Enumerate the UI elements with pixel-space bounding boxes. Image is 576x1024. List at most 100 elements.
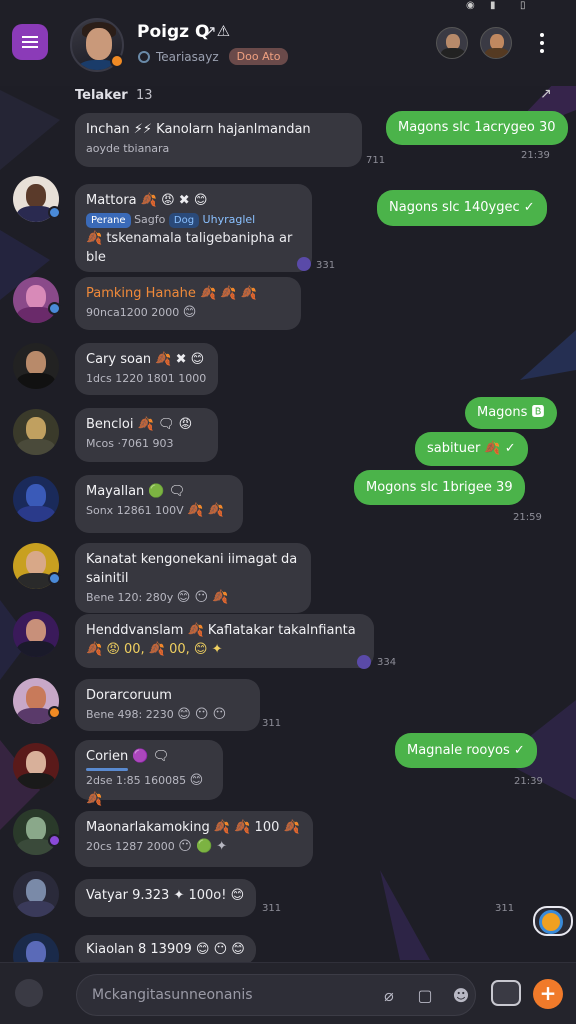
message-text: Inchan ⚡⚡ Kanolarn hajanlmandan (86, 122, 311, 137)
message-bubble[interactable]: Pamking Hanahe 🍂 🍂 🍂 90nca1200 2000 😊 (75, 277, 301, 330)
message-bubble[interactable]: Corien 🟣 🗨 2dse 1:85 160085 😊 🍂 (75, 740, 223, 807)
status-icon (138, 50, 150, 63)
message-meta: Sonx 12861 100V (86, 504, 184, 517)
avatar[interactable] (13, 611, 59, 657)
message-bubble[interactable]: Maonarlakamoking 🍂 🍂 100 🍂 20cs 1287 200… (75, 811, 313, 867)
reaction-emojis: 🍂 🍂 🍂 (199, 286, 257, 301)
message-bubble[interactable]: Mattora 🍂 😡 ✖ 😊 Perane Sagfo Dog Uhyragl… (75, 184, 312, 272)
meta-emoji: 😊 😶 😊 (195, 942, 245, 957)
scroll-to-bottom-button[interactable] (533, 906, 573, 936)
message-bubble[interactable]: Mayallan 🟢 🗨 Sonx 12861 100V 🍂 🍂 (75, 475, 243, 533)
timestamp: 334 (377, 657, 397, 668)
outgoing-message[interactable]: Nagons slc 140ygec ✓ (377, 190, 547, 226)
meta-emoji: 😊 😶 🍂 (176, 590, 229, 605)
message-bubble[interactable]: Cary soan 🍂 ✖ 😊 1dcs 1220 1801 1000 (75, 343, 218, 395)
meta-emoji: 😶 🟢 ✦ (178, 839, 228, 854)
reaction-icon[interactable] (357, 655, 371, 669)
message-text: Kanatat kengonekani iimagat da sainitil (86, 552, 298, 586)
message-meta: 2dse 1:85 160085 (86, 774, 187, 787)
status-bar-icon: ◉ (466, 0, 475, 11)
sender-name: Maonarlakamoking (86, 820, 210, 835)
verified-badge-icon (110, 54, 124, 68)
sender-name: Pamking Hanahe (86, 286, 196, 301)
verified-icon (48, 206, 61, 219)
avatar[interactable] (13, 871, 59, 917)
tag-text: Uhyraglel (202, 213, 256, 226)
profile-icon[interactable] (15, 979, 43, 1007)
outgoing-message[interactable]: Magnale rooyos ✓ (395, 733, 537, 768)
timestamp: 331 (316, 260, 336, 271)
verified-icon (48, 834, 61, 847)
reaction-emojis: 🟢 🗨 (148, 484, 186, 499)
outgoing-message[interactable]: Magons slc 1acrygeo 30 (386, 111, 568, 145)
sticker-icon[interactable] (491, 980, 521, 1006)
meta-emoji: 😊 (230, 888, 245, 903)
title-emoji: ↗⚠ (204, 22, 231, 40)
status-bar-icon: ▮ (490, 0, 496, 11)
sender-name: Kiaolan 8 13909 (86, 942, 192, 957)
message-meta: 90nca1200 2000 (86, 306, 180, 319)
message-meta: aoyde tbianara (86, 142, 170, 155)
sender-name: Mattora (86, 193, 137, 208)
tag-pill[interactable]: Perane (86, 213, 131, 228)
message-bubble[interactable]: Inchan ⚡⚡ Kanolarn hajanlmandan aoyde tb… (75, 113, 362, 167)
gif-icon[interactable]: ▢ (415, 986, 435, 1006)
message-meta: 1dcs 1220 1801 1000 (86, 372, 207, 385)
composer-bar: Mckangitasunneonanis ⌀ ▢ ☻ + (0, 962, 576, 1024)
emoji-icon[interactable]: ☻ (451, 986, 471, 1006)
send-button[interactable]: + (533, 979, 563, 1009)
chat-header: Poigz Q ↗⚠ Teariasayz Doo Ato ◉ ▮ ▯ (0, 0, 576, 86)
meta-emoji: 🍂 🍂 (187, 503, 224, 518)
sender-name: Bencloi (86, 417, 134, 432)
avatar[interactable] (13, 809, 59, 855)
timestamp: 21:39 (514, 776, 543, 787)
timestamp: 311 (262, 718, 282, 729)
avatar[interactable] (13, 476, 59, 522)
message-bubble[interactable]: Dorarcoruum Bene 498: 2230 😊 😶 😶 (75, 679, 260, 731)
avatar[interactable] (13, 343, 59, 389)
timestamp: 21:39 (521, 150, 550, 161)
reaction-line: 🍂 😡 00, 🍂 00, 😊 ✦ (86, 642, 223, 657)
menu-button[interactable] (12, 24, 48, 60)
tag-text: Sagfo (134, 213, 166, 226)
attach-icon[interactable]: ⌀ (379, 986, 399, 1006)
sender-name: Mayallan (86, 484, 145, 499)
member-avatar[interactable] (436, 27, 468, 59)
message-text: Henddvanslam 🍂 Kaflatakar takalnfianta (86, 623, 356, 638)
outgoing-message[interactable]: Magons 🅱 (465, 397, 557, 429)
message-bubble[interactable]: Bencloi 🍂 🗨 😡 Mcos ·7061 903 (75, 408, 218, 462)
sender-name: Dorarcoruum (86, 688, 172, 703)
message-bubble[interactable]: Kanatat kengonekani iimagat da sainitil … (75, 543, 311, 613)
bookmark-icon[interactable]: ↗ (540, 86, 552, 102)
avatar[interactable] (13, 743, 59, 789)
section-label: Telaker (75, 88, 128, 103)
avatar[interactable] (13, 409, 59, 455)
reaction-emojis: 🍂 🗨 😡 (137, 417, 193, 432)
more-options-icon[interactable] (540, 33, 546, 57)
reaction-icon[interactable] (297, 257, 311, 271)
chat-subtitle: Teariasayz Doo Ato (138, 48, 289, 65)
timestamp: 21:59 (513, 512, 542, 523)
avatar[interactable] (13, 277, 59, 323)
message-bubble[interactable]: Kiaolan 8 13909 😊 😶 😊 (75, 935, 256, 965)
reaction-emojis: 🍂 ✖ 😊 (155, 352, 205, 367)
message-bubble[interactable]: Vatyar 9.323 ✦ 100o! 😊 (75, 879, 256, 917)
badge-icon (539, 910, 563, 934)
message-input[interactable]: Mckangitasunneonanis ⌀ ▢ ☻ (76, 974, 476, 1016)
send-icon: + (539, 981, 557, 1005)
subtitle-text: Teariasayz (156, 49, 219, 64)
outgoing-message[interactable]: Mogons slc 1brigee 39 (354, 470, 525, 505)
chat-title[interactable]: Poigz Q (137, 22, 209, 42)
message-meta: Bene 498: 2230 (86, 708, 174, 721)
member-avatar[interactable] (480, 27, 512, 59)
verified-icon (48, 572, 61, 585)
status-pill[interactable]: Doo Ato (228, 48, 289, 65)
tag-pill[interactable]: Dog (168, 213, 200, 228)
outgoing-message[interactable]: sabituer 🍂 ✓ (415, 432, 528, 466)
sender-name: Cary soan (86, 352, 152, 367)
message-bubble[interactable]: Henddvanslam 🍂 Kaflatakar takalnfianta 🍂… (75, 614, 374, 668)
menu-icon (22, 41, 38, 43)
reaction-emojis: 🍂 😡 ✖ 😊 (140, 193, 208, 208)
message-meta: 20cs 1287 2000 (86, 840, 175, 853)
input-placeholder: Mckangitasunneonanis (92, 987, 253, 1003)
